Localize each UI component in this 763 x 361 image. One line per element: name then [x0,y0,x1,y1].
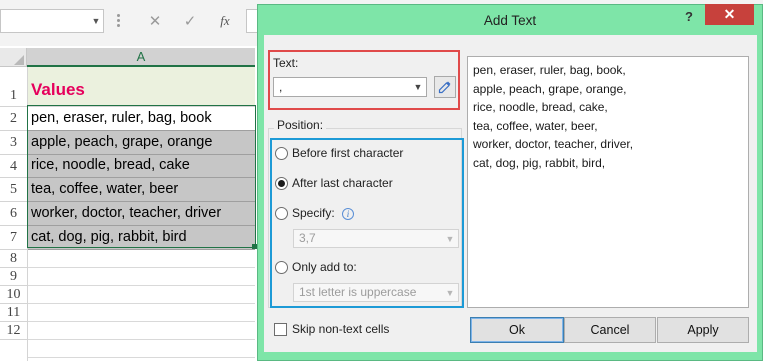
column-header-a[interactable]: A [27,48,255,67]
skip-non-text-option[interactable]: Skip non-text cells [274,322,389,336]
cancel-formula-icon[interactable]: ✕ [142,10,168,32]
chevron-down-icon[interactable]: ▼ [410,77,426,97]
eyedropper-icon [438,81,451,94]
empty-cell[interactable] [27,286,255,304]
empty-cell[interactable] [27,268,255,286]
chevron-down-icon[interactable]: ▼ [443,230,457,247]
formula-bar-grip-icon [117,14,120,28]
radio-label: Only add to: [292,260,357,274]
preview-line: tea, coffee, water, beer, [473,118,598,133]
position-label: Position: [274,118,327,132]
radio-label: After last character [292,176,393,190]
row-header-divider [27,67,28,361]
preview-line: worker, doctor, teacher, driver, [473,137,634,151]
row-header[interactable]: 7 [0,226,27,250]
data-cell[interactable]: rice, noodle, bread, cake [27,155,255,178]
preview-line: apple, peach, grape, orange, [473,81,627,96]
radio-button[interactable] [275,260,288,274]
radio-button-selected[interactable] [275,176,288,190]
radio-specify[interactable]: Specify: [275,204,335,222]
text-input-combo[interactable]: , [273,77,427,97]
row-header[interactable]: 3 [0,131,27,155]
row-header[interactable]: 1 [0,84,27,107]
row-header[interactable]: 4 [0,155,27,178]
only-add-to-select[interactable]: 1st letter is uppercase [293,283,459,302]
empty-cell[interactable] [27,250,255,268]
specify-positions-field[interactable]: 3,7 [293,229,459,248]
only-add-value: 1st letter is uppercase [299,285,417,299]
empty-cell[interactable] [27,340,255,358]
close-button[interactable]: ✕ [705,4,754,25]
radio-only-add-to[interactable]: Only add to: [275,258,357,276]
preview-line: pen, eraser, ruler, bag, book, [473,63,626,77]
help-button[interactable]: ? [681,9,697,27]
row-header[interactable]: 10 [0,286,27,304]
empty-cell[interactable] [27,304,255,322]
row-header[interactable]: 5 [0,178,27,202]
name-box-dropdown-icon[interactable]: ▼ [88,9,104,33]
row-header[interactable]: 8 [0,250,27,268]
preview-line: rice, noodle, bread, cake, [473,100,608,114]
radio-before-first[interactable]: Before first character [275,144,403,162]
cancel-button[interactable]: Cancel [564,317,656,343]
radio-button[interactable] [275,206,288,220]
eyedropper-button[interactable] [434,76,456,98]
radio-button[interactable] [275,146,288,160]
radio-label: Specify: [292,206,335,220]
row-header[interactable]: 11 [0,304,27,322]
data-cell[interactable]: apple, peach, grape, orange [27,131,255,155]
data-cell[interactable]: pen, eraser, ruler, bag, book [27,107,255,131]
radio-after-last[interactable]: After last character [275,174,393,192]
specify-value: 3,7 [299,231,316,245]
select-all-icon [14,55,24,65]
row-header[interactable]: 2 [0,107,27,131]
apply-button[interactable]: Apply [657,317,749,343]
header-cell-text: Values [31,80,85,99]
skip-non-text-checkbox[interactable] [274,322,287,336]
radio-label: Before first character [292,146,404,160]
info-icon[interactable]: i [342,208,354,220]
row-header[interactable]: 6 [0,202,27,226]
preview-pane: pen, eraser, ruler, bag, book, apple, pe… [467,56,749,308]
data-cell[interactable]: cat, dog, pig, rabbit, bird [27,226,255,250]
text-label: Text: [273,56,299,70]
empty-cell[interactable] [27,322,255,340]
ok-button[interactable]: Ok [470,317,564,343]
data-cell[interactable]: tea, coffee, water, beer [27,178,255,202]
chevron-down-icon[interactable]: ▼ [443,284,457,301]
skip-non-text-label: Skip non-text cells [292,322,390,336]
row-header[interactable]: 9 [0,268,27,286]
enter-formula-icon[interactable]: ✓ [177,10,203,32]
row-header[interactable]: 12 [0,322,27,340]
data-cell[interactable]: worker, doctor, teacher, driver [27,202,255,226]
preview-line: cat, dog, pig, rabbit, bird, [473,155,606,170]
insert-function-icon[interactable]: fx [212,10,238,32]
